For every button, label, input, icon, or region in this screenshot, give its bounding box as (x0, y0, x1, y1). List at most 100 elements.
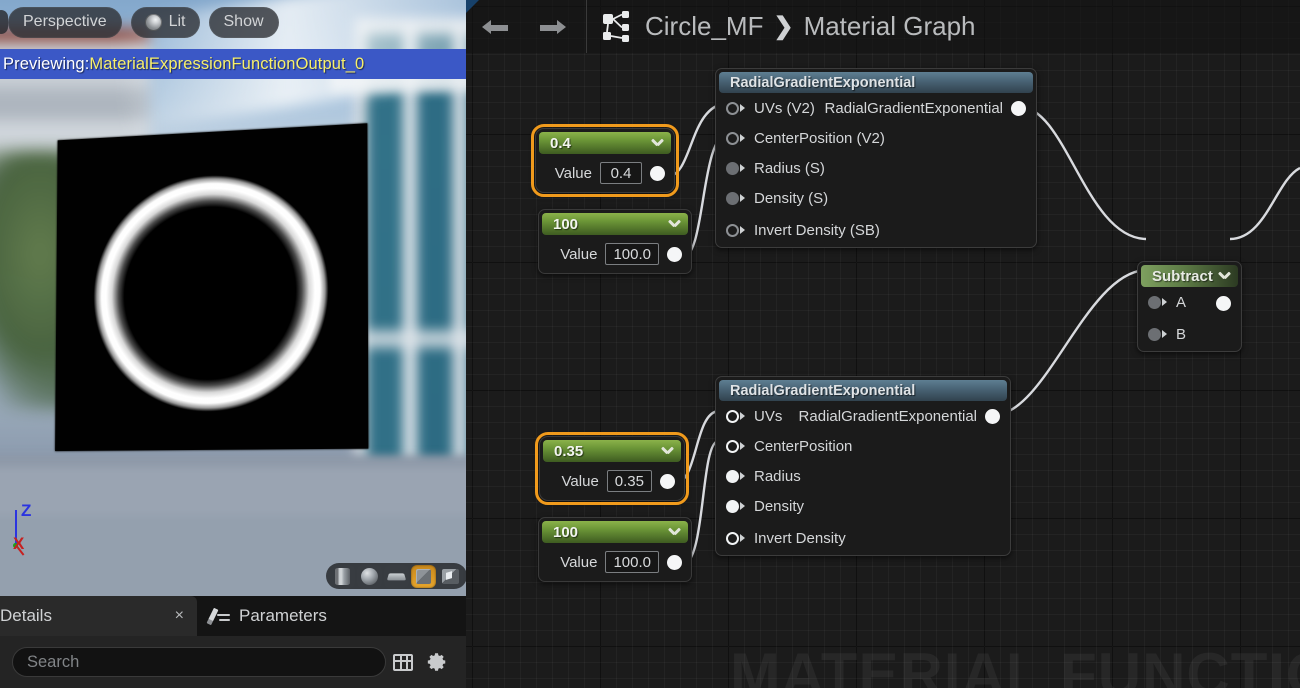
forward-button[interactable] (524, 0, 582, 53)
x-axis-label: X (13, 534, 25, 553)
z-axis-label: Z (21, 501, 32, 520)
pin-arrow-icon (740, 164, 745, 172)
material-graph-canvas[interactable]: MATERIAL FUNCTION (466, 0, 1300, 688)
output-pin[interactable] (650, 165, 665, 181)
input-row-radius[interactable]: Radius (S) (716, 153, 1036, 183)
cube-icon (416, 568, 431, 584)
close-icon[interactable]: × (175, 608, 184, 624)
value-label: Value (561, 472, 599, 490)
input-row-invert-density[interactable]: Invert Density (716, 521, 1010, 555)
node-title-row[interactable]: 0.35 (543, 440, 681, 462)
plane-icon (386, 572, 407, 580)
node-value-row[interactable]: Value 100.0 (539, 235, 691, 273)
tab-parameters[interactable]: Parameters (197, 596, 340, 636)
input-pin-radius[interactable] (726, 469, 739, 483)
output-pin[interactable] (660, 473, 675, 489)
wire-rge1-to-subtract-a (1019, 105, 1147, 241)
node-subtract[interactable]: Subtract A B (1137, 261, 1242, 352)
pin-arrow-icon (740, 104, 745, 112)
node-title-row[interactable]: 100 (542, 213, 688, 235)
input-row-uvs[interactable]: UVs (716, 401, 1010, 431)
input-pin-invert-density[interactable] (726, 223, 739, 237)
output-pin[interactable] (667, 246, 682, 262)
output-pin[interactable] (667, 554, 682, 570)
input-row-b[interactable]: B (1138, 317, 1241, 351)
node-title-row[interactable]: Subtract (1141, 265, 1238, 287)
breadcrumb-item-graph[interactable]: Material Graph (804, 11, 976, 42)
plane-preview-button[interactable] (384, 564, 409, 588)
perspective-button[interactable]: Perspective (8, 6, 122, 38)
node-scalar-parameter-0-4[interactable]: 0.4 Value 0.4 (531, 124, 679, 197)
cube-preview-button[interactable] (411, 564, 436, 588)
node-scalar-parameter-100-b[interactable]: 100 Value 100.0 (538, 517, 692, 582)
chevron-down-icon[interactable] (662, 446, 673, 457)
input-row-a[interactable]: A (1138, 287, 1241, 317)
input-label-centerposition: CenterPosition (V2) (754, 129, 885, 147)
node-value-row[interactable]: Value 100.0 (539, 543, 691, 581)
input-pin-a[interactable] (1148, 295, 1161, 309)
input-pin-b[interactable] (1148, 327, 1161, 341)
pin-arrow-icon (740, 412, 745, 420)
input-pin-uvs[interactable] (726, 101, 739, 115)
input-label-invert-density: Invert Density (754, 529, 846, 547)
input-row-uvs[interactable]: UVs (V2) (716, 93, 1036, 123)
show-button[interactable]: Show (208, 6, 279, 38)
tab-details[interactable]: Details × (0, 596, 197, 636)
material-preview-viewport[interactable]: Perspective Lit Show Previewing: Materia… (0, 0, 466, 596)
value-field[interactable]: 0.35 (606, 470, 652, 492)
input-pin-centerposition[interactable] (726, 131, 739, 145)
panel-tabstrip: Details × Parameters (0, 596, 466, 636)
breadcrumb-item-asset[interactable]: Circle_MF (645, 11, 763, 42)
node-scalar-parameter-100-a[interactable]: 100 Value 100.0 (538, 209, 692, 274)
lit-label: Lit (168, 13, 186, 30)
input-pin-uvs[interactable] (726, 409, 739, 423)
input-row-radius[interactable]: Radius (716, 461, 1010, 491)
node-radial-gradient-exponential-2[interactable]: RadialGradientExponential RadialGradient… (715, 376, 1011, 556)
input-pin-centerposition[interactable] (726, 439, 739, 453)
input-row-centerposition[interactable]: CenterPosition (716, 431, 1010, 461)
value-label: Value (560, 245, 598, 263)
input-row-density[interactable]: Density (S) (716, 183, 1036, 213)
back-button[interactable] (466, 0, 524, 53)
input-label-a: A (1176, 293, 1187, 311)
value-field[interactable]: 100.0 (605, 243, 659, 265)
graph-toolbar: Circle_MF ❯ Material Graph (466, 0, 1300, 53)
node-title-row[interactable]: 100 (542, 521, 688, 543)
pin-arrow-icon (740, 226, 745, 234)
value-field[interactable]: 100.0 (605, 551, 659, 573)
cylinder-preview-button[interactable] (330, 564, 355, 588)
grid-view-button[interactable] (386, 645, 420, 679)
custom-mesh-preview-button[interactable] (438, 564, 463, 588)
chevron-down-icon[interactable] (669, 219, 680, 230)
preview-shape-toolbar (326, 563, 466, 589)
node-value-row[interactable]: Value 0.4 (536, 154, 674, 192)
node-value-row[interactable]: Value 0.35 (540, 462, 684, 500)
node-scalar-parameter-0-35[interactable]: 0.35 Value 0.35 (535, 432, 689, 505)
preview-ring-material (92, 168, 329, 415)
value-field[interactable]: 0.4 (600, 162, 642, 184)
settings-button[interactable] (420, 645, 454, 679)
input-pin-invert-density[interactable] (726, 531, 739, 545)
node-title-row[interactable]: 0.4 (539, 132, 671, 154)
input-row-centerposition[interactable]: CenterPosition (V2) (716, 123, 1036, 153)
input-pin-density[interactable] (726, 191, 739, 205)
previewing-prefix: Previewing: (3, 54, 90, 73)
input-label-radius: Radius (S) (754, 159, 825, 177)
chevron-down-icon[interactable] (1219, 271, 1230, 282)
chevron-down-icon[interactable] (652, 138, 663, 149)
input-label-radius: Radius (754, 467, 801, 485)
viewport-toolbar: Perspective Lit Show (0, 5, 279, 39)
node-title: 100 (553, 523, 579, 541)
details-search-row (0, 636, 466, 688)
search-input[interactable] (12, 647, 386, 677)
sphere-preview-button[interactable] (357, 564, 382, 588)
lit-button[interactable]: Lit (130, 6, 200, 38)
previewing-target: MaterialExpressionFunctionOutput_0 (89, 54, 365, 73)
input-row-density[interactable]: Density (716, 491, 1010, 521)
chevron-down-icon[interactable] (669, 527, 680, 538)
input-row-invert-density[interactable]: Invert Density (SB) (716, 213, 1036, 247)
node-radial-gradient-exponential-1[interactable]: RadialGradientExponential RadialGradient… (715, 68, 1037, 248)
node-title: 100 (553, 215, 579, 233)
input-pin-radius[interactable] (726, 161, 739, 175)
input-pin-density[interactable] (726, 499, 739, 513)
